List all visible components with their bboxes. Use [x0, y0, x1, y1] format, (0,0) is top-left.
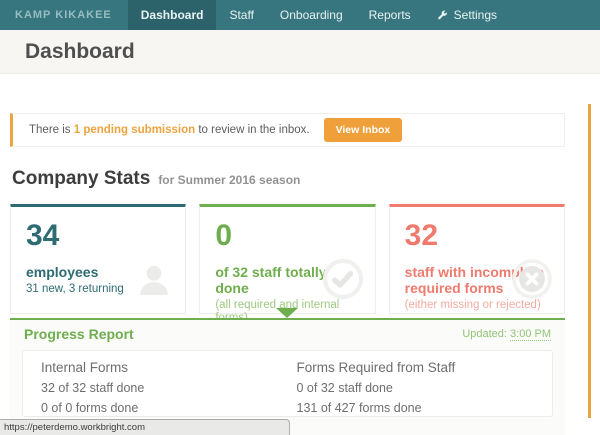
required-forms-staff-done: 0 of 32 staff done [297, 381, 553, 395]
nav-item-reports[interactable]: Reports [356, 0, 424, 30]
internal-forms-title: Internal Forms [41, 360, 297, 375]
person-icon [134, 260, 174, 305]
check-circle-icon [322, 258, 364, 305]
progress-report-section: Progress Report Updated: 3:00 PM Interna… [10, 318, 565, 435]
required-forms-forms-done: 131 of 427 forms done [297, 401, 553, 415]
required-forms-column: Forms Required from Staff 0 of 32 staff … [297, 360, 553, 416]
alert-text: There is 1 pending submission to review … [29, 124, 310, 136]
stat-card-employees[interactable]: 34 employees 31 new, 3 returning [10, 204, 186, 314]
forms-summary-card: Internal Forms 32 of 32 staff done 0 of … [22, 350, 553, 417]
nav-item-onboarding[interactable]: Onboarding [267, 0, 356, 30]
nav-item-staff[interactable]: Staff [216, 0, 266, 30]
browser-status-bar: https://peterdemo.workbright.com [0, 419, 290, 435]
brand-logo[interactable]: KAMP KIKAKEE [0, 0, 128, 30]
progress-report-title: Progress Report [24, 326, 134, 342]
selected-card-pointer-icon [276, 308, 298, 318]
updated-timestamp: Updated: 3:00 PM [462, 328, 551, 340]
progress-report-header: Progress Report Updated: 3:00 PM [10, 320, 565, 348]
stat-value: 32 [405, 220, 549, 252]
nav-item-label: Onboarding [280, 0, 343, 30]
stat-card-incomplete-forms[interactable]: 32 staff with incomplete required forms … [389, 204, 565, 314]
nav-item-label: Settings [454, 0, 497, 30]
company-stats-title: Company Stats [12, 168, 150, 190]
internal-forms-column: Internal Forms 32 of 32 staff done 0 of … [41, 360, 297, 416]
x-circle-icon [511, 258, 553, 305]
updated-time[interactable]: 3:00 PM [510, 328, 551, 341]
internal-forms-staff-done: 32 of 32 staff done [41, 381, 297, 395]
page-title: Dashboard [25, 40, 135, 64]
pending-submission-alert: There is 1 pending submission to review … [10, 113, 565, 147]
required-forms-title: Forms Required from Staff [297, 360, 553, 375]
internal-forms-forms-done: 0 of 0 forms done [41, 401, 297, 415]
page-header: Dashboard [0, 30, 600, 74]
stat-cards-row: 34 employees 31 new, 3 returning 0 of 32… [10, 204, 565, 314]
wrench-icon [437, 10, 448, 21]
stat-card-staff-done[interactable]: 0 of 32 staff totally done (all required… [199, 204, 375, 314]
nav-item-settings[interactable]: Settings [424, 0, 510, 30]
nav-item-label: Staff [229, 0, 253, 30]
company-stats-header: Company Stats for Summer 2016 season [12, 168, 600, 190]
nav-item-label: Dashboard [141, 0, 204, 30]
orange-vertical-rule [588, 104, 591, 418]
season-subtitle: for Summer 2016 season [158, 173, 300, 187]
nav-item-label: Reports [369, 0, 411, 30]
top-nav: KAMP KIKAKEE Dashboard Staff Onboarding … [0, 0, 600, 30]
stat-value: 0 [215, 220, 359, 252]
alert-highlight: 1 pending submission [74, 124, 195, 136]
stat-value: 34 [26, 220, 170, 252]
main-content: There is 1 pending submission to review … [0, 113, 600, 435]
view-inbox-button[interactable]: View Inbox [324, 118, 403, 142]
nav-item-dashboard[interactable]: Dashboard [128, 0, 217, 30]
